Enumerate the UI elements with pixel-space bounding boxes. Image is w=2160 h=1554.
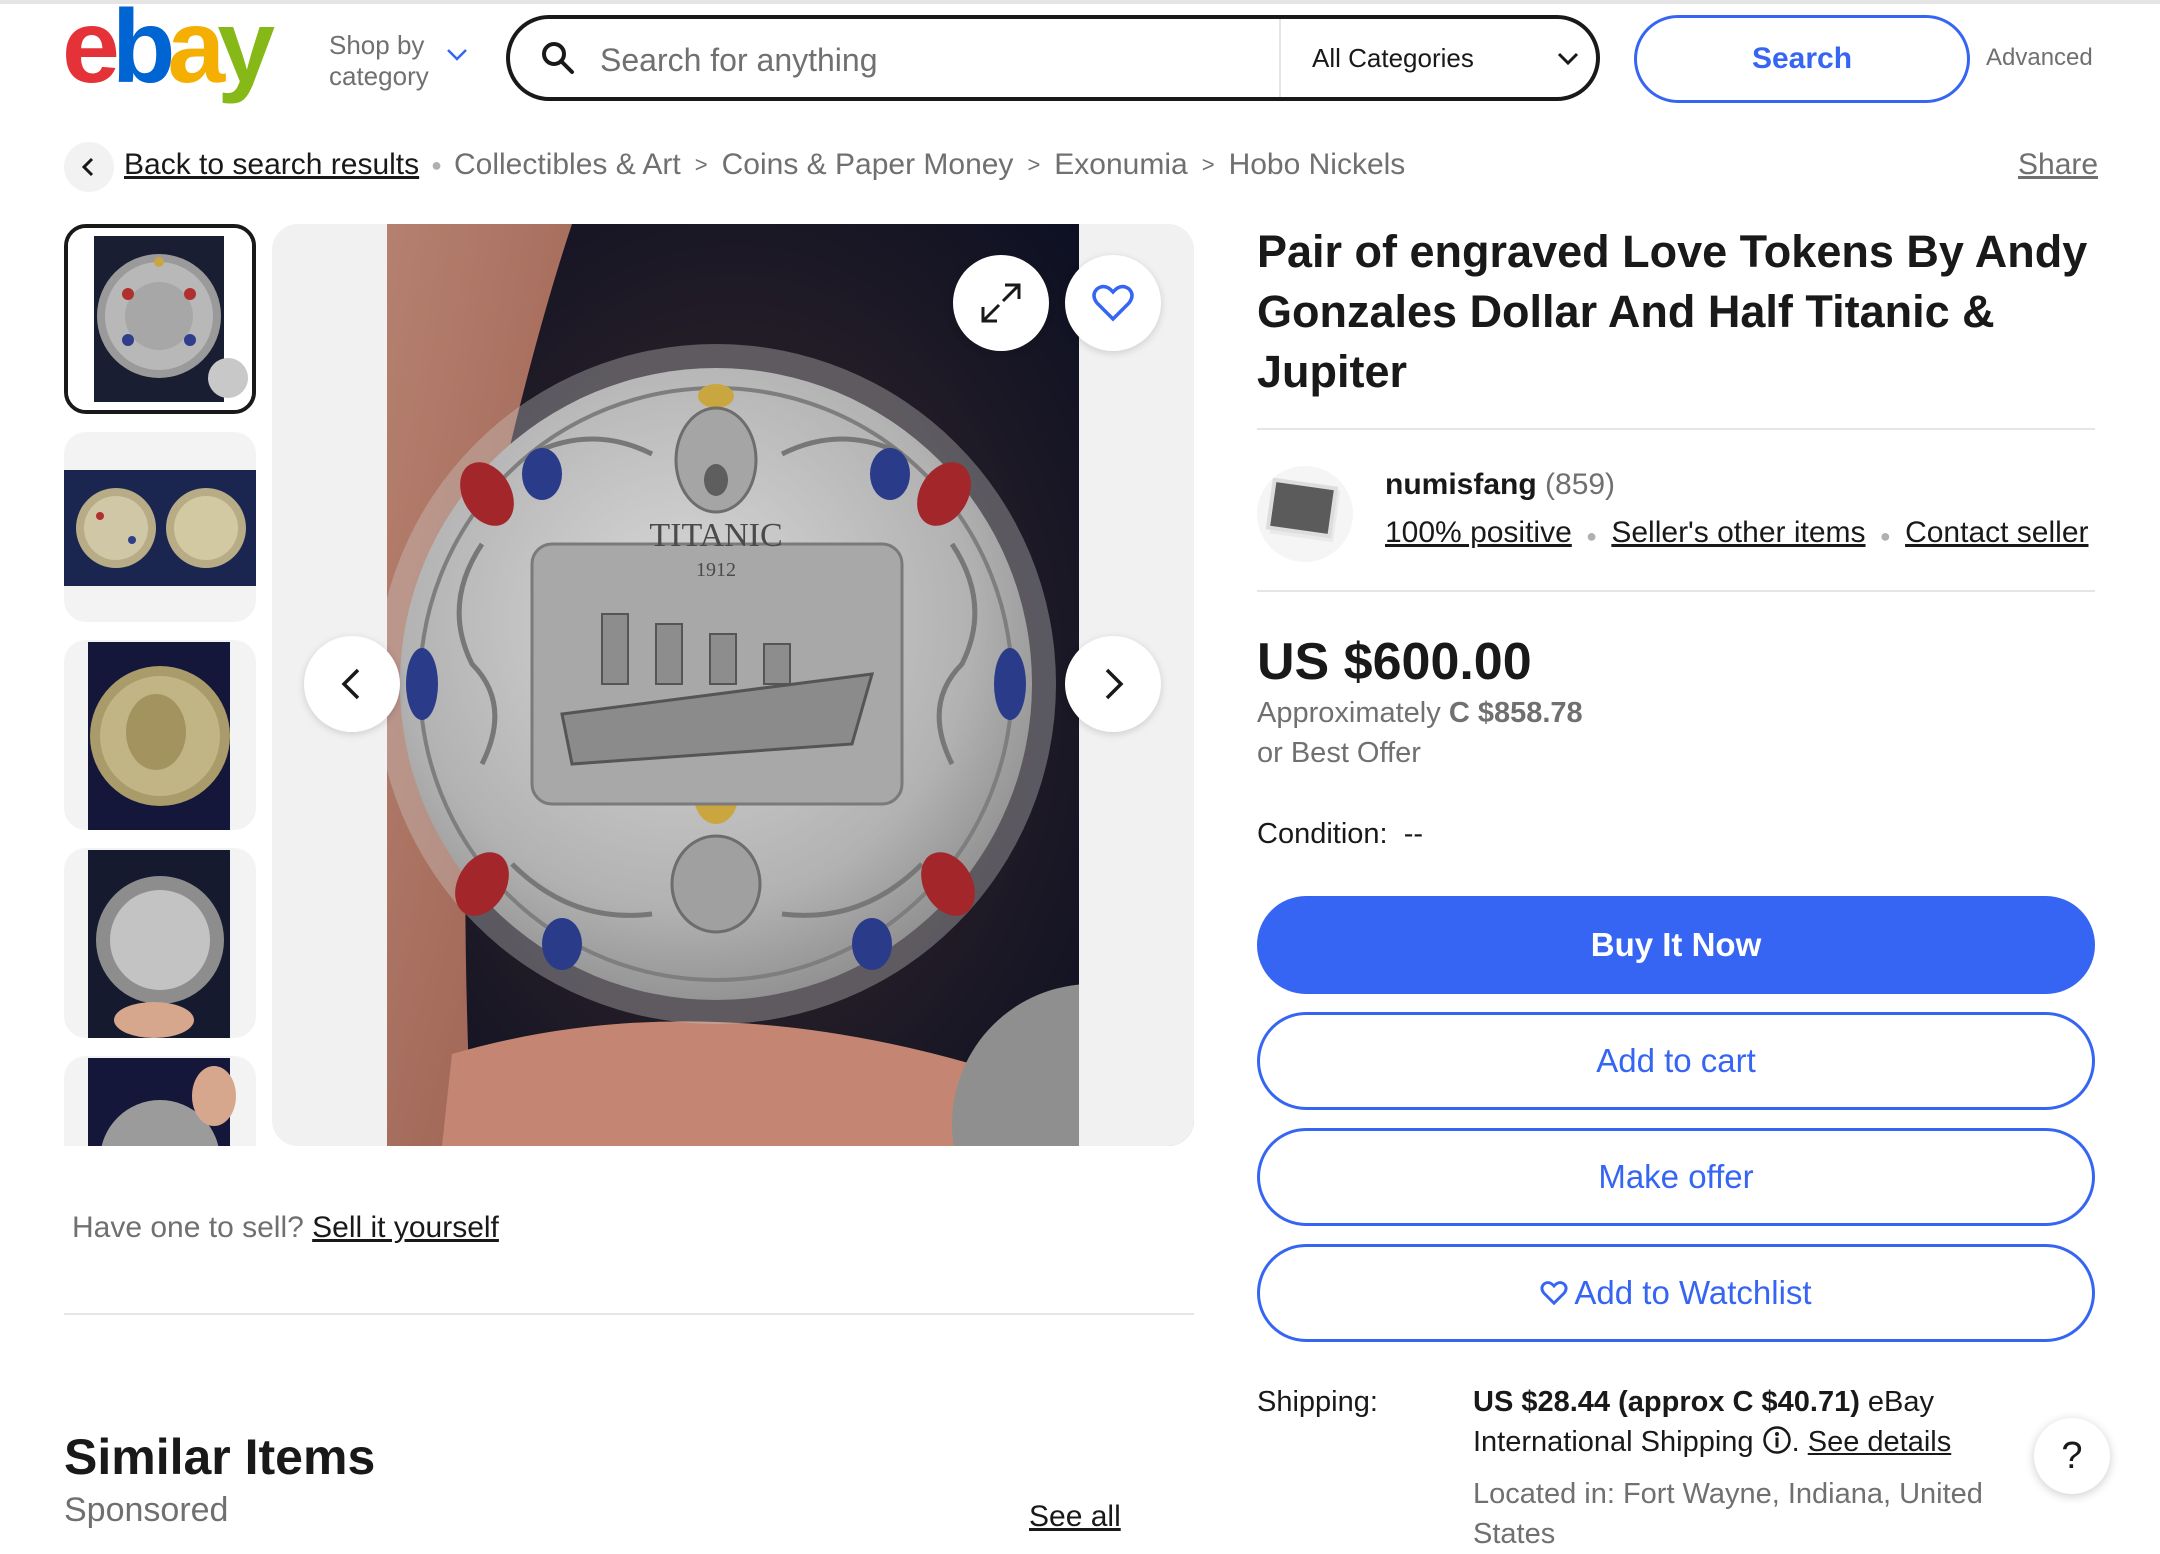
category-select[interactable]: All Categories [1312, 43, 1474, 74]
breadcrumb-item[interactable]: Exonumia [1054, 148, 1187, 182]
search-icon [542, 42, 574, 74]
see-all-link[interactable]: See all [1029, 1500, 1121, 1534]
coin-text: TITANIC [649, 517, 782, 554]
search-input[interactable] [598, 28, 1262, 92]
heart-icon [1092, 284, 1134, 322]
thumbnail-image [88, 850, 230, 1038]
shop-by-category[interactable]: Shop by category [329, 30, 429, 92]
thumbnail-3[interactable] [64, 640, 256, 830]
chevron-right-icon [1105, 668, 1124, 700]
thumbnail-5[interactable] [64, 1056, 256, 1146]
condition: Condition: -- [1257, 818, 1423, 851]
chevron-down-icon[interactable] [1557, 52, 1579, 66]
thumbnail-4[interactable] [64, 848, 256, 1038]
seller-links: 100% positive ● Seller's other items ● C… [1385, 516, 2089, 550]
shop-by-line1: Shop by [329, 30, 425, 60]
search-button[interactable]: Search [1634, 15, 1970, 103]
heart-icon [1540, 1281, 1568, 1306]
breadcrumb-dot: ● [431, 154, 442, 175]
divider [1257, 428, 2095, 430]
breadcrumb-item[interactable]: Hobo Nickels [1229, 148, 1406, 182]
watchlist-label: Add to Watchlist [1574, 1274, 1812, 1311]
add-to-watchlist-button[interactable]: Add to Watchlist [1257, 1244, 2095, 1342]
shipping-value: US $28.44 (approx C $40.71) eBay Interna… [1473, 1386, 1952, 1458]
fullscreen-button[interactable] [953, 255, 1049, 351]
chevron-right-icon: > [1027, 152, 1041, 177]
contact-seller-link[interactable]: Contact seller [1905, 516, 2088, 549]
divider [64, 1313, 1194, 1315]
thumbnail-image [88, 1058, 236, 1146]
chevron-down-icon[interactable] [446, 48, 468, 62]
similar-items-heading: Similar Items [64, 1429, 376, 1485]
next-image-button[interactable] [1065, 636, 1161, 732]
thumbnail-2[interactable] [64, 432, 256, 622]
sell-it-yourself-link[interactable]: Sell it yourself [312, 1211, 499, 1244]
shipping-label: Shipping: [1257, 1386, 1378, 1418]
breadcrumb: Back to search results ● Collectibles & … [124, 148, 1405, 182]
price: US $600.00 [1257, 633, 1532, 691]
add-to-cart-button[interactable]: Add to cart [1257, 1012, 2095, 1110]
chevron-left-icon [81, 157, 94, 177]
expand-icon [981, 283, 1021, 323]
separator-dot: ● [1879, 526, 1891, 546]
shop-by-line2: category [329, 61, 429, 91]
buy-it-now-button[interactable]: Buy It Now [1257, 896, 2095, 994]
seller-feedback-count: (859) [1545, 468, 1616, 501]
seller-info: numisfang (859) [1385, 468, 1615, 502]
coin-year: 1912 [696, 559, 736, 581]
chevron-right-icon: > [694, 152, 708, 177]
chevron-left-icon [341, 668, 360, 700]
thumbnail-image [68, 228, 252, 410]
positive-feedback-link[interactable]: 100% positive [1385, 516, 1572, 549]
back-button[interactable] [64, 142, 114, 192]
thumbnail-image [64, 470, 256, 586]
breadcrumb-item[interactable]: Collectibles & Art [454, 148, 681, 182]
top-border [0, 0, 2160, 4]
main-image[interactable]: TITANIC 1912 [272, 224, 1194, 1146]
category-divider [1279, 19, 1281, 97]
sell-prompt-text: Have one to sell? [72, 1211, 304, 1244]
seller-avatar-image [1265, 477, 1341, 543]
svg-text:ebay: ebay [62, 0, 275, 105]
condition-label: Condition: [1257, 818, 1388, 850]
info-icon[interactable] [1762, 1425, 1792, 1455]
separator-dot: ● [1586, 526, 1598, 546]
thumbnail-1[interactable] [64, 224, 256, 414]
main-product-image: TITANIC 1912 [272, 224, 1194, 1146]
see-shipping-details-link[interactable]: See details [1808, 1426, 1952, 1458]
thumbnail-image [88, 642, 230, 830]
back-to-results-link[interactable]: Back to search results [124, 148, 419, 182]
seller-username[interactable]: numisfang [1385, 468, 1537, 501]
best-offer-note: or Best Offer [1257, 737, 1421, 769]
breadcrumb-item[interactable]: Coins & Paper Money [722, 148, 1014, 182]
advanced-search-link[interactable]: Advanced [1986, 44, 2093, 72]
approx-price: Approximately C $858.78 [1257, 697, 1583, 730]
sponsored-label: Sponsored [64, 1491, 229, 1529]
ebay-logo[interactable]: ebay [62, 0, 302, 105]
approx-value: C $858.78 [1448, 697, 1583, 729]
condition-value: -- [1403, 818, 1424, 850]
sellers-other-items-link[interactable]: Seller's other items [1611, 516, 1865, 549]
chevron-right-icon: > [1201, 152, 1215, 177]
item-location: Located in: Fort Wayne, Indiana, United … [1473, 1478, 1983, 1550]
sell-prompt: Have one to sell? Sell it yourself [72, 1211, 499, 1245]
divider [1257, 590, 2095, 592]
listing-title: Pair of engraved Love Tokens By Andy Gon… [1257, 226, 2088, 397]
seller-avatar[interactable] [1257, 466, 1353, 562]
help-button[interactable]: ? [2034, 1418, 2110, 1494]
previous-image-button[interactable] [304, 636, 400, 732]
approx-label: Approximately [1257, 697, 1441, 729]
share-link[interactable]: Share [2018, 148, 2098, 182]
watchlist-heart-button[interactable] [1065, 255, 1161, 351]
make-offer-button[interactable]: Make offer [1257, 1128, 2095, 1226]
shipping-cost: US $28.44 (approx C $40.71) [1473, 1386, 1860, 1418]
